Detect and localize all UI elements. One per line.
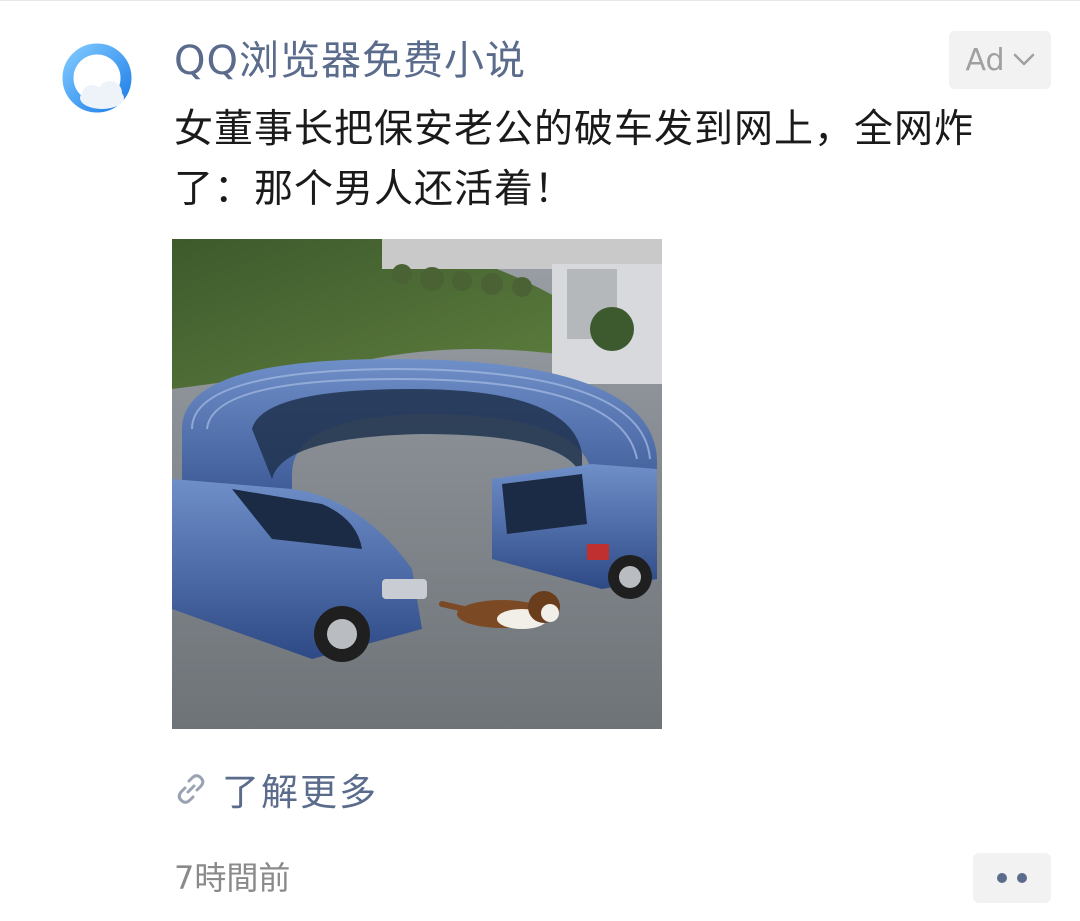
top-divider	[0, 0, 1080, 1]
ad-tag-button[interactable]: Ad	[949, 31, 1051, 89]
more-dots-icon	[997, 873, 1007, 883]
chevron-down-icon	[1013, 53, 1034, 66]
more-options-button[interactable]	[973, 853, 1051, 903]
learn-more-label: 了解更多	[222, 771, 378, 814]
account-avatar[interactable]	[62, 43, 132, 113]
ad-image[interactable]	[172, 239, 662, 729]
account-name[interactable]: QQ浏览器免费小说	[174, 36, 526, 86]
more-dots-icon	[1017, 873, 1027, 883]
post-headline[interactable]: 女董事长把保安老公的破车发到网上，全网炸了：那个男人还活着！	[174, 100, 1014, 220]
qq-browser-logo-icon	[62, 43, 132, 113]
ad-tag-label: Ad	[965, 42, 1005, 78]
learn-more-link[interactable]: 了解更多	[174, 766, 378, 814]
curved-car-photo	[172, 239, 662, 729]
post-timestamp: 7時間前	[174, 859, 291, 897]
link-icon	[177, 774, 205, 804]
